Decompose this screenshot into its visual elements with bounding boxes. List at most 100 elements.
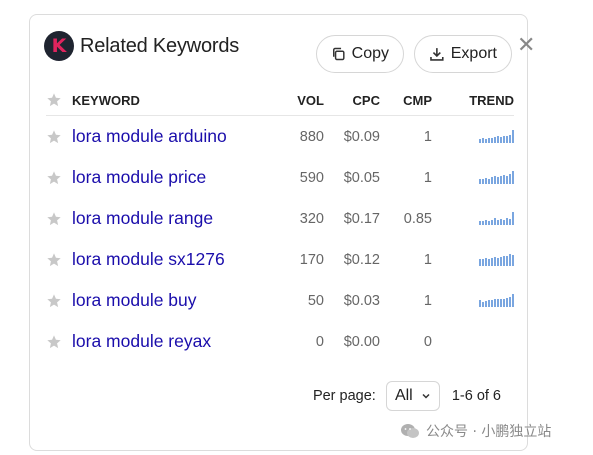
trend-bar <box>506 217 508 225</box>
table-row: lora module buy 50 $0.03 1 <box>46 280 514 321</box>
cmp-cell: 1 <box>423 292 432 309</box>
keywords-table: KEYWORD VOL CPC CMP TREND lora module ar… <box>46 85 514 362</box>
cmp-cell: 1 <box>423 169 432 186</box>
trend-bar <box>485 177 487 184</box>
trend-bar <box>509 134 511 143</box>
keyword-cell: lora module price <box>46 157 268 198</box>
star-icon[interactable] <box>46 170 72 186</box>
keyword-link[interactable]: lora module sx1276 <box>72 249 225 269</box>
trend-bar <box>485 138 487 143</box>
trend-bar <box>512 211 514 225</box>
vol-cell: 50 <box>307 292 324 309</box>
keyword-link[interactable]: lora module buy <box>72 290 197 310</box>
table-row: lora module range 320 $0.17 0.85 <box>46 198 514 239</box>
wechat-watermark: 公众号 · 小鹏独立站 <box>400 421 551 441</box>
trend-bar <box>497 257 499 266</box>
trend-bar <box>479 299 481 307</box>
trend-bar <box>482 178 484 184</box>
trend-cell <box>432 239 514 280</box>
table-header-row: KEYWORD VOL CPC CMP TREND <box>46 85 514 116</box>
keyword-cell: lora module range <box>46 198 268 239</box>
close-icon[interactable]: ✕ <box>517 35 535 57</box>
trend-bar <box>500 175 502 184</box>
star-icon[interactable] <box>46 293 72 309</box>
export-button-label: Export <box>450 45 497 62</box>
trend-bar <box>482 301 484 307</box>
trend-bar <box>491 299 493 307</box>
keyword-link[interactable]: lora module range <box>72 208 213 228</box>
trend-cell <box>432 116 514 158</box>
trend-bar <box>497 298 499 307</box>
star-icon[interactable] <box>46 211 72 227</box>
cmp-cell: 1 <box>423 128 432 145</box>
trend-bar <box>497 135 499 143</box>
trend-bar <box>500 256 502 266</box>
trend-bar <box>503 255 505 266</box>
trend-bar <box>488 299 490 307</box>
trend-bar <box>509 173 511 184</box>
trend-bar <box>479 178 481 184</box>
trend-sparkline <box>479 250 514 266</box>
trend-sparkline <box>479 291 514 307</box>
trend-bar <box>491 137 493 143</box>
vol-cell: 590 <box>299 169 324 186</box>
trend-bar <box>503 174 505 184</box>
trend-bar <box>494 136 496 143</box>
trend-bar <box>494 256 496 266</box>
table-row: lora module reyax 0 $0.00 0 <box>46 321 514 362</box>
cmp-cell: 0 <box>423 333 432 350</box>
trend-bar <box>494 217 496 225</box>
vol-cell: 320 <box>299 210 324 227</box>
star-all-icon[interactable] <box>46 92 72 108</box>
star-icon[interactable] <box>46 252 72 268</box>
per-page-select[interactable]: All <box>385 381 440 411</box>
trend-cell <box>432 280 514 321</box>
trend-bar <box>509 296 511 307</box>
column-header-cpc: CPC <box>352 92 380 108</box>
trend-bar <box>500 298 502 307</box>
keywords-everywhere-logo: K <box>44 31 74 61</box>
keyword-link[interactable]: lora module price <box>72 167 206 187</box>
trend-cell <box>432 198 514 239</box>
copy-button[interactable]: Copy <box>316 35 404 73</box>
cmp-cell: 0.85 <box>403 210 432 227</box>
trend-bar <box>509 253 511 266</box>
vol-cell: 880 <box>299 128 324 145</box>
watermark-text: 公众号 · 小鹏独立站 <box>426 424 552 440</box>
pagination-footer: Per page: All 1-6 of 6 <box>313 380 501 412</box>
cpc-cell: $0.12 <box>343 251 380 268</box>
column-header-vol: VOL <box>297 92 324 108</box>
trend-sparkline <box>479 209 514 225</box>
copy-button-label: Copy <box>351 45 389 62</box>
keyword-cell: lora module sx1276 <box>46 239 268 280</box>
trend-bar <box>482 258 484 266</box>
cpc-cell: $0.05 <box>343 169 380 186</box>
export-button[interactable]: Export <box>414 35 512 73</box>
keyword-link[interactable]: lora module reyax <box>72 331 211 351</box>
star-icon[interactable] <box>46 129 72 145</box>
cpc-cell: $0.03 <box>343 292 380 309</box>
table-row: lora module sx1276 170 $0.12 1 <box>46 239 514 280</box>
trend-bar <box>500 218 502 225</box>
download-icon <box>430 48 444 61</box>
trend-bar <box>512 254 514 266</box>
column-header-cmp: CMP <box>403 92 432 108</box>
trend-bar <box>485 257 487 266</box>
trend-bar <box>488 178 490 184</box>
trend-bar <box>506 175 508 184</box>
trend-bar <box>506 297 508 307</box>
keyword-cell: lora module reyax <box>46 321 268 362</box>
trend-bar <box>494 175 496 184</box>
column-label-keyword: KEYWORD <box>72 92 140 108</box>
per-page-value: All <box>394 387 413 404</box>
trend-cell <box>432 321 514 362</box>
trend-bar <box>491 176 493 184</box>
trend-bar <box>479 258 481 266</box>
trend-bar <box>503 219 505 225</box>
trend-bar <box>491 219 493 225</box>
trend-bar <box>488 258 490 266</box>
keyword-link[interactable]: lora module arduino <box>72 126 227 146</box>
star-icon[interactable] <box>46 334 72 350</box>
trend-sparkline <box>479 168 514 184</box>
trend-bar <box>482 220 484 225</box>
